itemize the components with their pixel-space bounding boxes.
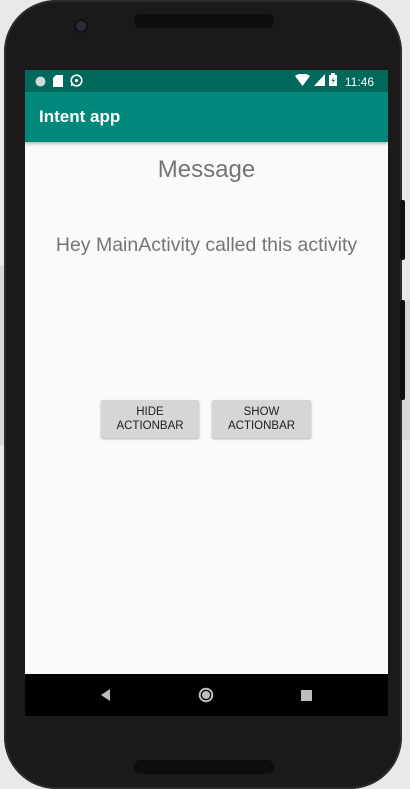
bottom-speaker — [134, 760, 274, 774]
message-heading: Message — [157, 156, 256, 183]
hide-actionbar-button[interactable]: HIDE ACTIONBAR — [101, 400, 199, 438]
battery-icon — [328, 73, 337, 91]
navigation-bar — [25, 674, 388, 716]
phone-frame: 11:46 Intent app Message Hey MainActivit… — [4, 0, 405, 789]
message-body: Hey MainActivity called this activity — [55, 234, 358, 256]
top-speaker — [134, 14, 274, 28]
status-bar: 11:46 — [25, 70, 388, 92]
action-bar: Intent app — [25, 92, 388, 142]
status-time: 11:46 — [344, 75, 374, 89]
home-icon[interactable] — [195, 684, 217, 706]
wifi-icon — [294, 73, 310, 91]
show-actionbar-button[interactable]: SHOW ACTIONBAR — [212, 400, 311, 438]
sd-card-icon — [53, 74, 63, 92]
volume-button — [400, 200, 405, 260]
recents-icon[interactable] — [295, 684, 317, 706]
app-title: Intent app — [39, 107, 121, 126]
screen: 11:46 Intent app Message Hey MainActivit… — [25, 70, 388, 716]
front-camera — [76, 21, 86, 31]
back-icon[interactable] — [95, 684, 117, 706]
power-button — [400, 300, 405, 400]
circle-notification-icon — [35, 74, 46, 92]
whatsapp-icon — [70, 74, 83, 92]
content-area: Message Hey MainActivity called this act… — [25, 142, 388, 674]
cell-signal-icon — [313, 73, 325, 91]
